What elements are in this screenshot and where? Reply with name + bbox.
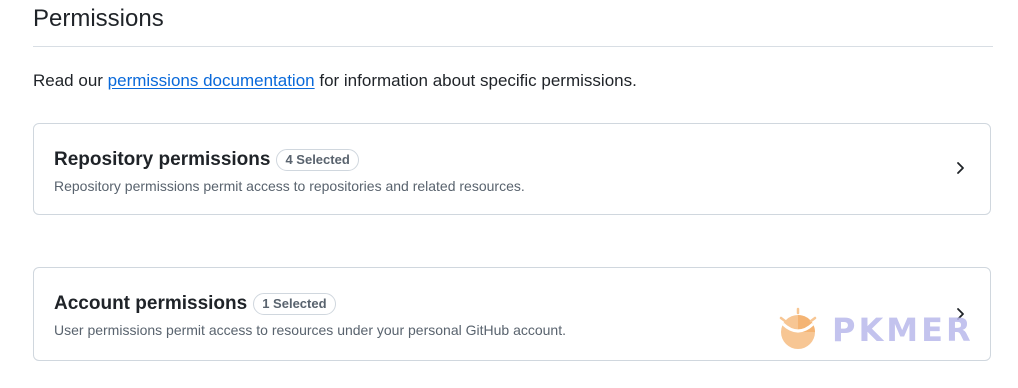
- title-divider: [33, 46, 993, 47]
- card-title: Account permissions: [54, 293, 248, 314]
- pkmer-watermark: PKMER: [772, 304, 974, 356]
- card-header: Repository permissions 4 Selected: [54, 148, 359, 172]
- card-description: Repository permissions permit access to …: [54, 178, 525, 194]
- card-description: User permissions permit access to resour…: [54, 322, 566, 338]
- selected-count-badge: 4 Selected: [276, 149, 359, 171]
- selected-count-badge: 1 Selected: [253, 293, 336, 315]
- intro-text: Read our permissions documentation for i…: [33, 70, 637, 92]
- intro-prefix: Read our: [33, 71, 108, 90]
- page-title: Permissions: [33, 5, 164, 32]
- card-title: Repository permissions: [54, 149, 271, 170]
- permissions-documentation-link[interactable]: permissions documentation: [108, 71, 315, 90]
- intro-suffix: for information about specific permissio…: [314, 71, 637, 90]
- repository-permissions-card[interactable]: Repository permissions 4 Selected Reposi…: [33, 123, 991, 215]
- watermark-text: PKMER: [832, 311, 974, 349]
- chevron-right-icon[interactable]: [952, 160, 968, 176]
- card-header: Account permissions 1 Selected: [54, 292, 336, 316]
- pkmer-logo-icon: [779, 307, 817, 349]
